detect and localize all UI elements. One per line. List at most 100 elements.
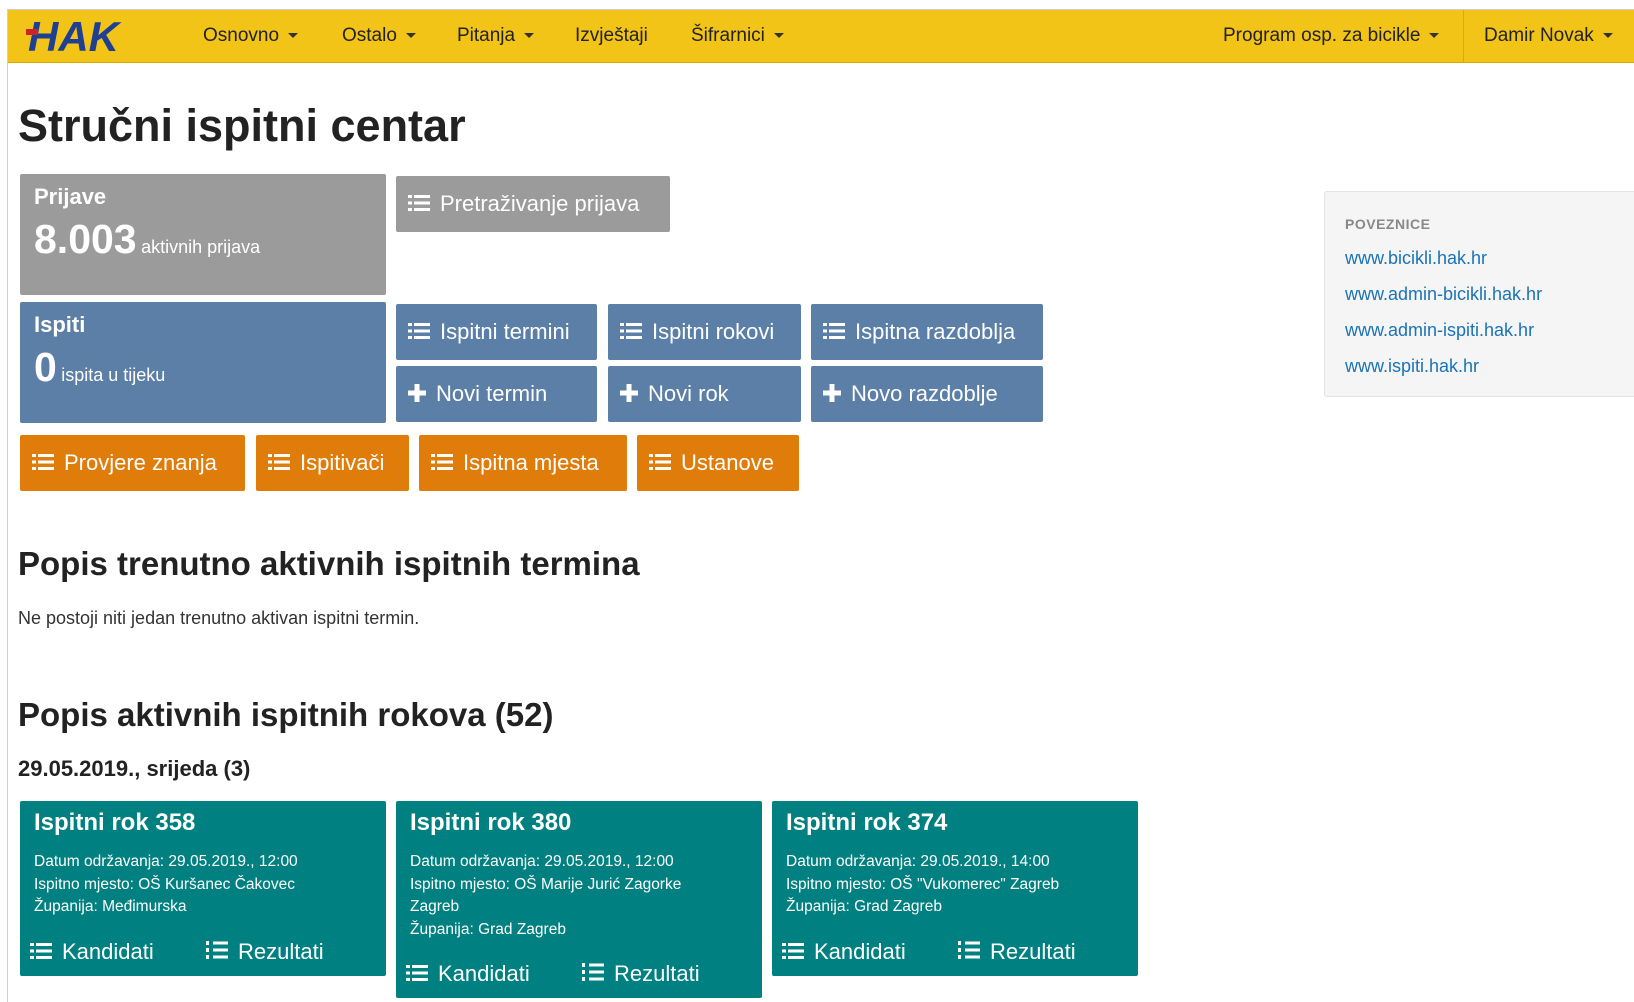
prijave-title: Prijave (34, 184, 107, 209)
chevron-down-icon (288, 33, 299, 39)
top-navbar: HAK Osnovno Ostalo Pitanja Izvještaji Ši… (8, 10, 1634, 63)
ispitni-rok-card[interactable]: Ispitni rok 374 Datum održavanja: 29.05.… (772, 801, 1138, 976)
plus-icon (823, 367, 841, 423)
ispitna-razdoblja-button[interactable]: Ispitna razdoblja (811, 304, 1043, 360)
card-mjesto: Ispitno mjesto: OŠ Marije Jurić Zagorke (410, 876, 682, 893)
ispitna-mjesta-label: Ispitna mjesta (463, 450, 599, 475)
prijave-label: aktivnih prijava (141, 237, 261, 257)
novi-termin-button[interactable]: Novi termin (396, 366, 597, 422)
nav-user-menu[interactable]: Damir Novak (1484, 10, 1613, 62)
ispitni-rokovi-label: Ispitni rokovi (652, 319, 775, 344)
novo-razdoblje-button[interactable]: Novo razdoblje (811, 366, 1043, 422)
pretrazivanje-label: Pretraživanje prijava (440, 191, 640, 216)
nav-ostalo-label: Ostalo (342, 25, 397, 46)
provjere-znanja-label: Provjere znanja (64, 450, 217, 475)
ispitni-termini-button[interactable]: Ispitni termini (396, 304, 597, 360)
prijave-count: 8.003 (34, 216, 137, 262)
rezultati-label: Rezultati (238, 939, 324, 964)
chevron-down-icon (1602, 33, 1613, 39)
ispitni-rok-card[interactable]: Ispitni rok 358 Datum održavanja: 29.05.… (20, 801, 386, 976)
nav-sifrarnici-label: Šifrarnici (691, 25, 765, 46)
kandidati-button[interactable]: Kandidati (406, 961, 530, 988)
list-icon (32, 436, 54, 492)
ispiti-count: 0 (34, 344, 57, 390)
novi-rok-label: Novi rok (648, 381, 729, 406)
novi-termin-label: Novi termin (436, 381, 548, 406)
hak-logo-graphic: HAK (26, 13, 122, 60)
ispiti-label: ispita u tijeku (61, 365, 166, 385)
rezultati-label: Rezultati (990, 939, 1076, 964)
card-title: Ispitni rok 358 (34, 809, 196, 836)
ispitna-razdoblja-label: Ispitna razdoblja (855, 319, 1016, 344)
nav-program[interactable]: Program osp. za bicikle (1223, 10, 1440, 62)
rezultati-button[interactable]: Rezultati (958, 939, 1076, 966)
poveznice-panel: POVEZNICE www.bicikli.hak.hr www.admin-b… (1324, 191, 1634, 397)
link-admin-bicikli[interactable]: www.admin-bicikli.hak.hr (1345, 284, 1542, 305)
link-bicikli[interactable]: www.bicikli.hak.hr (1345, 248, 1487, 269)
ordered-list-icon (958, 940, 980, 966)
list-icon (408, 305, 430, 361)
nav-program-label: Program osp. za bicikle (1223, 25, 1421, 46)
nav-ostalo[interactable]: Ostalo (342, 10, 416, 62)
rezultati-label: Rezultati (614, 961, 700, 986)
card-mjesto-cont: Zagreb (410, 898, 460, 915)
ispitivaci-button[interactable]: Ispitivači (256, 435, 409, 491)
nav-sifrarnici[interactable]: Šifrarnici (691, 10, 784, 62)
link-admin-ispiti[interactable]: www.admin-ispiti.hak.hr (1345, 320, 1534, 341)
ispitna-mjesta-button[interactable]: Ispitna mjesta (419, 435, 627, 491)
nav-osnovno-label: Osnovno (203, 25, 280, 46)
card-zupanija: Županija: Grad Zagreb (410, 921, 566, 938)
ispiti-title: Ispiti (34, 312, 86, 337)
list-icon (782, 940, 804, 966)
hak-logo[interactable]: HAK (26, 13, 156, 60)
ordered-list-icon (206, 940, 228, 966)
ispitni-rok-card[interactable]: Ispitni rok 380 Datum održavanja: 29.05.… (396, 801, 762, 998)
ispitni-rokovi-button[interactable]: Ispitni rokovi (608, 304, 801, 360)
list-icon (823, 305, 845, 361)
ispitni-termini-label: Ispitni termini (440, 319, 570, 344)
list-icon (620, 305, 642, 361)
kandidati-button[interactable]: Kandidati (30, 939, 154, 966)
rezultati-button[interactable]: Rezultati (206, 939, 324, 966)
chevron-down-icon (773, 33, 784, 39)
nav-izvjestaji[interactable]: Izvještaji (575, 10, 648, 62)
poveznice-header: POVEZNICE (1345, 216, 1431, 232)
rezultati-button[interactable]: Rezultati (582, 961, 700, 988)
active-rokovi-heading: Popis aktivnih ispitnih rokova (52) (18, 696, 554, 733)
list-icon (406, 962, 428, 988)
pretrazivanje-prijava-button[interactable]: Pretraživanje prijava (396, 176, 670, 232)
kandidati-label: Kandidati (62, 939, 154, 964)
novi-rok-button[interactable]: Novi rok (608, 366, 801, 422)
card-zupanija: Županija: Grad Zagreb (786, 898, 942, 915)
card-title: Ispitni rok 380 (410, 809, 572, 836)
nav-pitanja[interactable]: Pitanja (457, 10, 535, 62)
active-terms-heading: Popis trenutno aktivnih ispitnih termina (18, 545, 640, 582)
ordered-list-icon (582, 962, 604, 988)
ustanove-label: Ustanove (681, 450, 774, 475)
chevron-down-icon (405, 33, 416, 39)
chevron-down-icon (524, 33, 535, 39)
list-icon (408, 177, 430, 233)
kandidati-button[interactable]: Kandidati (782, 939, 906, 966)
provjere-znanja-button[interactable]: Provjere znanja (20, 435, 245, 491)
nav-osnovno[interactable]: Osnovno (203, 10, 299, 62)
ispiti-tile[interactable]: Ispiti 0 ispita u tijeku (20, 302, 386, 423)
plus-icon (408, 367, 426, 423)
list-icon (268, 436, 290, 492)
novo-razdoblje-label: Novo razdoblje (851, 381, 998, 406)
link-ispiti[interactable]: www.ispiti.hak.hr (1345, 356, 1479, 377)
nav-divider (1463, 10, 1464, 62)
ispitivaci-label: Ispitivači (300, 450, 385, 475)
list-icon (649, 436, 671, 492)
card-datum: Datum održavanja: 29.05.2019., 12:00 (34, 853, 298, 870)
list-icon (30, 940, 52, 966)
nav-izvjestaji-label: Izvještaji (575, 25, 648, 46)
kandidati-label: Kandidati (438, 961, 530, 986)
list-icon (431, 436, 453, 492)
ustanove-button[interactable]: Ustanove (637, 435, 799, 491)
card-mjesto: Ispitno mjesto: OŠ Kuršanec Čakovec (34, 876, 296, 893)
plus-icon (620, 367, 638, 423)
date-group-heading: 29.05.2019., srijeda (3) (18, 756, 251, 781)
prijave-tile[interactable]: Prijave 8.003 aktivnih prijava (20, 174, 386, 295)
card-zupanija: Županija: Međimurska (34, 898, 187, 915)
